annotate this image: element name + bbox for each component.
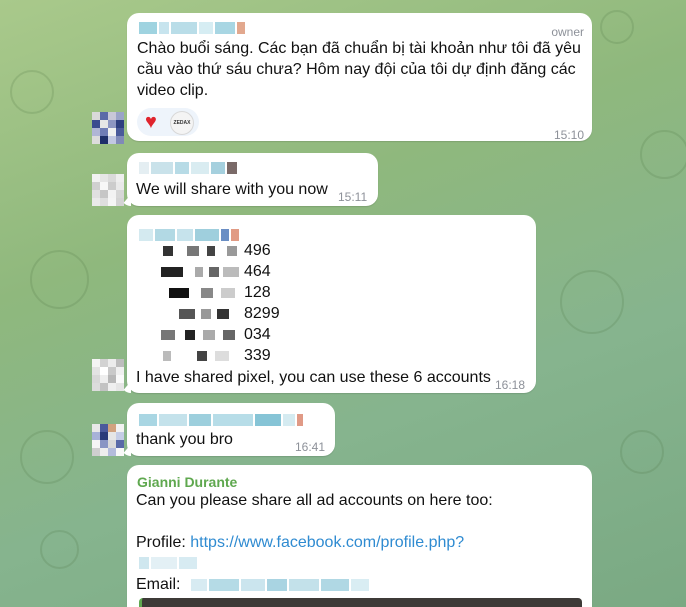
account-row: 034 (153, 324, 293, 345)
account-id-suffix: 128 (244, 284, 271, 301)
message-time: 16:18 (495, 378, 526, 392)
message-text: We will share with you now (136, 181, 328, 198)
message-time: 15:11 (338, 190, 368, 204)
email-label: Email: (136, 576, 185, 593)
message-text: thank you bro (136, 431, 233, 448)
message-bubble[interactable]: Gianni Durante Can you please share all … (127, 465, 592, 607)
message-text: I have shared pixel, you can use these 6… (136, 369, 491, 386)
profile-line: Profile: https://www.facebook.com/profil… (136, 532, 464, 553)
message-bubble-owner[interactable]: owner Chào buổi sáng. Các bạn đã chuẩn b… (127, 13, 592, 142)
heart-icon: ♥ (145, 111, 157, 133)
account-row: 496 (153, 240, 293, 261)
redacted-line (139, 557, 197, 569)
doodle-circle (40, 530, 79, 569)
avatar[interactable] (92, 174, 124, 206)
message-text: Can you please share all ad accounts on … (136, 492, 493, 509)
sender-name-blurred (139, 22, 245, 34)
avatar[interactable] (92, 424, 124, 456)
account-row: 8299 (153, 303, 293, 324)
reaction-chip[interactable]: ♥ ZEDAX (137, 108, 199, 136)
message-bubble[interactable]: thank you bro 16:41 (121, 403, 335, 456)
avatar[interactable] (92, 112, 124, 144)
account-row: 339 (153, 345, 293, 366)
message-bubble[interactable]: 496 464 128 8299 034 339 I have shared p… (121, 215, 536, 393)
avatar[interactable] (92, 359, 124, 391)
message-bubble[interactable]: We will share with you now 15:11 (121, 153, 378, 206)
doodle-circle (30, 250, 89, 309)
account-row: 128 (153, 282, 293, 303)
doodle-circle (20, 430, 74, 484)
doodle-circle (10, 70, 54, 114)
account-id-suffix: 339 (244, 347, 271, 364)
account-row: 464 (153, 261, 293, 282)
account-id-suffix: 464 (244, 263, 271, 280)
doodle-circle (560, 270, 624, 334)
profile-label: Profile: (136, 534, 191, 551)
sender-name-blurred (139, 414, 303, 426)
email-redacted (191, 579, 369, 591)
doodle-circle (600, 10, 634, 44)
doodle-circle (620, 430, 664, 474)
media-preview[interactable] (139, 598, 582, 607)
chat-background: owner Chào buổi sáng. Các bạn đã chuẩn b… (0, 0, 686, 607)
profile-link[interactable]: https://www.facebook.com/profile.php? (190, 534, 464, 551)
reactor-avatar: ZEDAX (170, 111, 194, 135)
account-id-suffix: 496 (244, 242, 271, 259)
sender-name-blurred (139, 162, 237, 174)
doodle-circle (640, 130, 686, 179)
message-time: 16:41 (295, 440, 326, 454)
message-text: Chào buổi sáng. Các bạn đã chuẩn bị tài … (137, 40, 586, 99)
message-time: 15:10 (553, 128, 584, 142)
account-id-suffix: 8299 (244, 305, 280, 322)
email-line: Email: (136, 574, 185, 595)
account-id-suffix: 034 (244, 326, 271, 343)
